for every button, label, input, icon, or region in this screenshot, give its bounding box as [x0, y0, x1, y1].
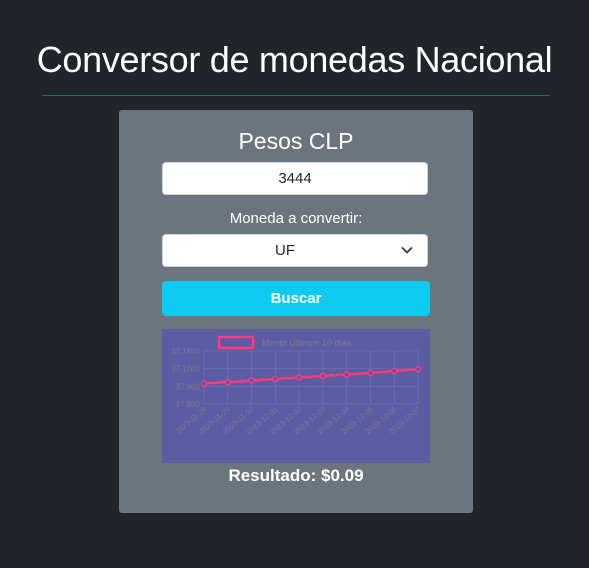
series-point	[248, 377, 255, 384]
y-tick-label: 37.1800	[171, 347, 200, 356]
series-point	[295, 374, 303, 381]
currency-select-value: UF	[275, 242, 295, 259]
series-point	[272, 375, 279, 383]
amount-input[interactable]	[162, 162, 428, 195]
series-point	[414, 365, 422, 373]
currency-select[interactable]: UF	[162, 234, 428, 267]
page-title: Conversor de monedas Nacional	[36, 39, 553, 80]
result-text: Resultado: $0.09	[228, 466, 364, 485]
history-chart-svg: Monto Últimos 10 días 37.1800 37.1000 37.90…	[171, 335, 422, 436]
y-tick-label: 37.800	[176, 400, 201, 409]
history-chart: Monto Últimos 10 días 37.1800 37.1000 37.90…	[162, 329, 430, 463]
legend-swatch	[217, 335, 255, 350]
card-heading: Pesos CLP	[238, 128, 354, 154]
series-point	[367, 369, 374, 377]
search-button[interactable]: Buscar	[162, 281, 430, 316]
series-point	[319, 372, 327, 380]
series-point	[343, 371, 350, 378]
series-point	[390, 367, 398, 375]
series-line	[203, 367, 419, 385]
converter-card: Pesos CLP Moneda a convertir: UF Buscar …	[119, 110, 473, 513]
y-tick-label: 37.900	[176, 382, 201, 391]
chevron-down-icon	[401, 247, 413, 254]
series-point	[200, 380, 208, 387]
legend-label: Monto Últimos 10 días	[262, 338, 352, 348]
y-tick-label: 37.1000	[171, 365, 200, 374]
series-point	[224, 378, 232, 386]
currency-label: Moneda a convertir:	[229, 210, 363, 227]
title-divider	[42, 95, 550, 96]
